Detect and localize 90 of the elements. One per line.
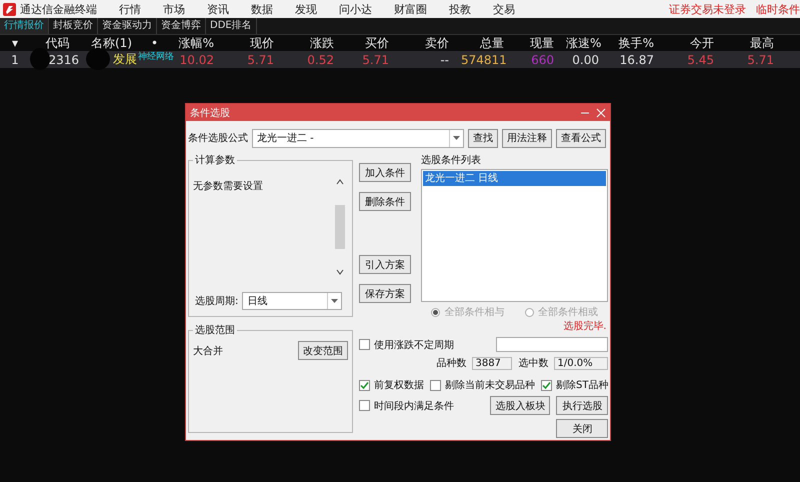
scope-value: 大合并 xyxy=(193,344,223,358)
checkbox[interactable]: 前复权数据 xyxy=(359,378,424,392)
table-cell: -- xyxy=(440,52,449,66)
column-header[interactable]: ▾ xyxy=(0,36,30,50)
count-field: 1/0.0% xyxy=(554,356,608,370)
checkmark-icon xyxy=(542,380,551,390)
menu-item[interactable]: 市场 xyxy=(163,2,185,16)
params-text: 无参数需要设置 xyxy=(193,181,263,192)
input-field[interactable] xyxy=(496,337,608,352)
checkbox[interactable]: 剔除ST品种 xyxy=(541,378,608,392)
count-field: 3887 xyxy=(472,356,512,370)
status-text: 临时条件 xyxy=(756,2,800,16)
table-cell: 5.71 xyxy=(247,52,274,66)
menu-item[interactable]: 数据 xyxy=(251,2,273,16)
scrollbar[interactable] xyxy=(334,179,346,275)
table-cell: 5.71 xyxy=(747,52,774,66)
column-header[interactable]: 代码 xyxy=(30,34,85,52)
column-header[interactable]: 最高 xyxy=(720,34,780,52)
column-header[interactable]: 换手% xyxy=(605,34,660,52)
field-label: 选股周期: xyxy=(195,294,238,308)
table-cell: 发展 xyxy=(113,52,137,66)
checkbox[interactable]: 剔除当前未交易品种 xyxy=(430,378,535,392)
dialog-title: 条件选股 xyxy=(190,106,231,120)
menu-item[interactable]: 行情 xyxy=(119,2,141,16)
close-icon[interactable] xyxy=(596,108,606,118)
column-header[interactable]: 卖价 xyxy=(395,34,455,52)
app-logo-icon xyxy=(3,2,16,16)
scroll-down-icon[interactable] xyxy=(336,269,344,275)
tab[interactable]: 行情报价 xyxy=(0,18,49,34)
status-text: 证券交易未登录 xyxy=(669,2,746,16)
column-header[interactable]: 现价 xyxy=(220,34,280,52)
list-item[interactable]: 龙光一进二 日线 xyxy=(423,171,606,186)
menu-item[interactable]: 问小达 xyxy=(339,2,372,16)
field-label: 品种数 xyxy=(436,356,466,370)
table-cell: 660 xyxy=(531,52,554,66)
action-button[interactable]: 引入方案 xyxy=(359,255,411,274)
action-button[interactable]: 加入条件 xyxy=(359,163,411,182)
table-cell: 0.00 xyxy=(572,52,599,66)
field-label: 条件选股公式 xyxy=(188,132,248,145)
close-button[interactable]: 关闭 xyxy=(556,419,608,438)
action-button[interactable]: 保存方案 xyxy=(359,284,411,303)
checkbox[interactable]: 时间段内满足条件 xyxy=(359,398,454,412)
menu-item[interactable]: 投教 xyxy=(449,2,471,16)
tab[interactable]: 资金博弈 xyxy=(157,18,206,34)
change-scope-button[interactable]: 改变范围 xyxy=(298,341,348,360)
table-cell: 10.02 xyxy=(180,52,214,66)
checkbox[interactable]: 使用涨跌不定周期 xyxy=(359,338,454,352)
period-dropdown[interactable]: 日线 xyxy=(242,292,342,310)
column-header[interactable]: 现量 xyxy=(510,34,560,52)
action-button[interactable]: 查看公式 xyxy=(556,128,606,148)
action-button[interactable]: 删除条件 xyxy=(359,192,411,211)
action-button[interactable]: 执行选股 xyxy=(556,396,608,415)
menu-item[interactable]: 财富圈 xyxy=(394,2,427,16)
group-title: 计算参数 xyxy=(194,154,236,167)
table-cell: 16.87 xyxy=(620,52,654,66)
caret-icon xyxy=(331,299,338,303)
action-button[interactable]: 查找 xyxy=(468,128,498,148)
concept-tag: 神经网络 xyxy=(138,52,174,62)
list-title: 选股条件列表 xyxy=(421,154,482,167)
menu-item[interactable]: 发现 xyxy=(295,2,317,16)
column-header[interactable]: 涨幅% xyxy=(165,34,220,52)
field-label: 选中数 xyxy=(518,356,548,370)
column-header[interactable]: 总量 xyxy=(455,34,510,52)
tab[interactable]: 资金驱动力 xyxy=(98,18,157,34)
quote-row[interactable]: 1 2316 发展$^{神经网络}$ 10.02 5.71 0.52 5.71 -- 574811 660 0.00 16.87 5.45 5.71 xyxy=(0,51,800,68)
table-cell: 1 xyxy=(11,52,19,66)
table-cell: 5.45 xyxy=(687,52,714,66)
table-cell: 2316 xyxy=(48,52,79,66)
scroll-up-icon[interactable] xyxy=(336,179,344,185)
app-title: 通达信金融终端 xyxy=(20,2,97,16)
table-cell: 574811 xyxy=(461,52,507,66)
tab[interactable]: DDE排名 xyxy=(206,18,257,34)
column-header[interactable]: 涨跌 xyxy=(280,34,340,52)
status-message: 选股完毕. xyxy=(562,320,608,333)
checkmark-icon xyxy=(360,380,369,390)
group-title: 选股范围 xyxy=(194,324,236,337)
action-button[interactable]: 用法注释 xyxy=(502,128,552,148)
column-header[interactable]: 名称(1) xyxy=(85,34,145,52)
column-header[interactable]: 买价 xyxy=(340,34,395,52)
column-header[interactable]: 涨速% xyxy=(560,34,605,52)
table-cell: 5.71 xyxy=(362,52,389,66)
column-header[interactable]: • xyxy=(145,36,165,50)
action-button[interactable]: 选股入板块 xyxy=(490,396,550,415)
table-cell: 0.52 xyxy=(307,52,334,66)
formula-dropdown[interactable]: 龙光一进二 - xyxy=(252,128,464,148)
tab[interactable]: 封板竞价 xyxy=(49,18,98,34)
menu-item[interactable]: 交易 xyxy=(493,2,515,16)
caret-icon xyxy=(453,136,460,140)
menu-item[interactable]: 资讯 xyxy=(207,2,229,16)
column-header[interactable]: 今开 xyxy=(660,34,720,52)
